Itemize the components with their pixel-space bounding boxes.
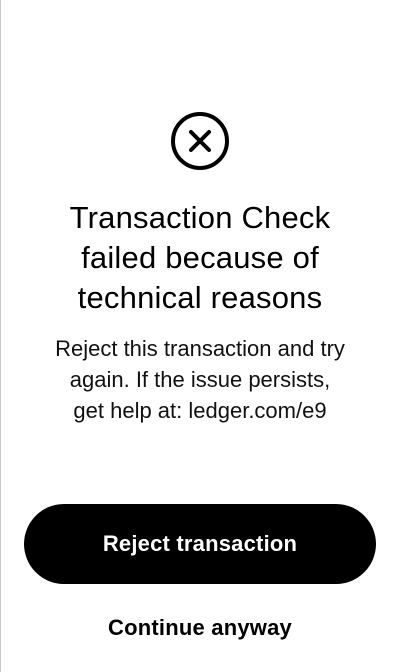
- transaction-check-failed-screen: Transaction Check failed because of tech…: [0, 0, 400, 672]
- reject-transaction-button[interactable]: Reject transaction: [24, 504, 376, 584]
- status-description: Reject this transaction and try again. I…: [55, 336, 345, 423]
- status-title: Transaction Check failed because of tech…: [69, 200, 331, 315]
- close-circle-icon: [171, 112, 229, 170]
- continue-anyway-button[interactable]: Continue anyway: [24, 606, 376, 650]
